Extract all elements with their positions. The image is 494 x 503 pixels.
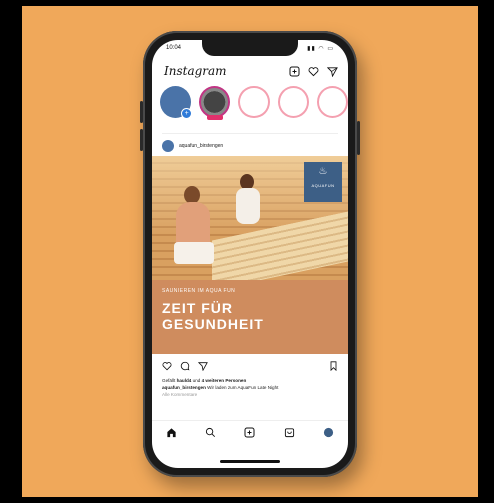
paper-plane-icon[interactable]	[327, 66, 338, 77]
caption-text: Wir laden zum AquaFun Late Night	[205, 385, 279, 390]
likes-others[interactable]: 4 weiteren Personen	[202, 378, 247, 383]
header-actions	[289, 66, 338, 77]
search-icon[interactable]	[205, 427, 216, 438]
status-icons: ▮▮ ◠ ▭	[307, 46, 334, 52]
brand-logo-text: AQUAFUN	[311, 183, 335, 188]
post-actions	[162, 360, 338, 372]
post-image[interactable]: ♨ AQUAFUN SAUNIEREN IM AQUA FUN ZEIT FÜR…	[152, 156, 348, 354]
heart-icon[interactable]	[162, 361, 172, 371]
status-time: 10:04	[166, 45, 182, 51]
story-item[interactable]	[316, 86, 348, 118]
phone-mockup: 10:04 ▮▮ ◠ ▭ Instagram + aquafun_birsten…	[140, 31, 360, 477]
plus-square-icon[interactable]	[289, 66, 300, 77]
banner-title-line-2: GESUNDHEIT	[162, 316, 264, 332]
banner-subtitle: SAUNIEREN IM AQUA FUN	[162, 288, 236, 294]
likes-line: Gefällt hauld4 und 4 weiteren Personen	[162, 377, 338, 384]
app-logo[interactable]: Instagram	[164, 64, 227, 78]
post-avatar[interactable]	[162, 140, 174, 152]
story-item[interactable]	[238, 86, 270, 118]
comments-link[interactable]: Alle Kommentare	[162, 391, 338, 398]
home-icon[interactable]	[166, 427, 177, 438]
likes-and: und	[191, 378, 202, 383]
live-badge	[206, 115, 223, 120]
story-live[interactable]	[199, 86, 231, 120]
bookmark-icon[interactable]	[329, 361, 338, 371]
story-own[interactable]: +	[160, 86, 193, 119]
post-header: aquafun_birstengen	[162, 133, 338, 154]
add-icon[interactable]	[244, 427, 255, 438]
paper-plane-icon[interactable]	[198, 361, 208, 371]
stories-tray: +	[160, 86, 348, 126]
bottom-tab-bar	[152, 420, 348, 443]
man-figure	[174, 186, 214, 266]
caption-line: aquafun_birstengen Wir laden zum AquaFun…	[162, 384, 338, 391]
woman-figure	[232, 174, 264, 226]
power-button	[357, 121, 360, 155]
home-indicator	[220, 460, 280, 463]
volume-up-button	[140, 101, 143, 123]
caption-user[interactable]: aquafun_birstengen	[162, 385, 206, 390]
post-username[interactable]: aquafun_birstengen	[179, 143, 223, 149]
volume-down-button	[140, 129, 143, 151]
phone-screen: 10:04 ▮▮ ◠ ▭ Instagram + aquafun_birsten…	[152, 40, 348, 468]
profile-icon[interactable]	[323, 427, 334, 438]
brand-logo-mark: ♨	[318, 166, 328, 177]
add-story-icon[interactable]: +	[181, 108, 193, 119]
banner-title-line-1: ZEIT FÜR	[162, 300, 233, 316]
notch	[202, 40, 298, 56]
shop-icon[interactable]	[284, 427, 295, 438]
banner-title: ZEIT FÜR GESUNDHEIT	[162, 300, 338, 332]
brand-logo: ♨ AQUAFUN	[304, 162, 342, 202]
promo-banner: SAUNIEREN IM AQUA FUN ZEIT FÜR GESUNDHEI…	[152, 280, 348, 354]
app-header: Instagram	[164, 62, 338, 80]
story-item[interactable]	[277, 86, 309, 118]
post-meta: Gefällt hauld4 und 4 weiteren Personen a…	[162, 377, 338, 398]
likes-prefix: Gefällt	[162, 378, 177, 383]
comment-icon[interactable]	[180, 361, 190, 371]
heart-icon[interactable]	[308, 66, 319, 77]
likes-user[interactable]: hauld4	[177, 378, 192, 383]
